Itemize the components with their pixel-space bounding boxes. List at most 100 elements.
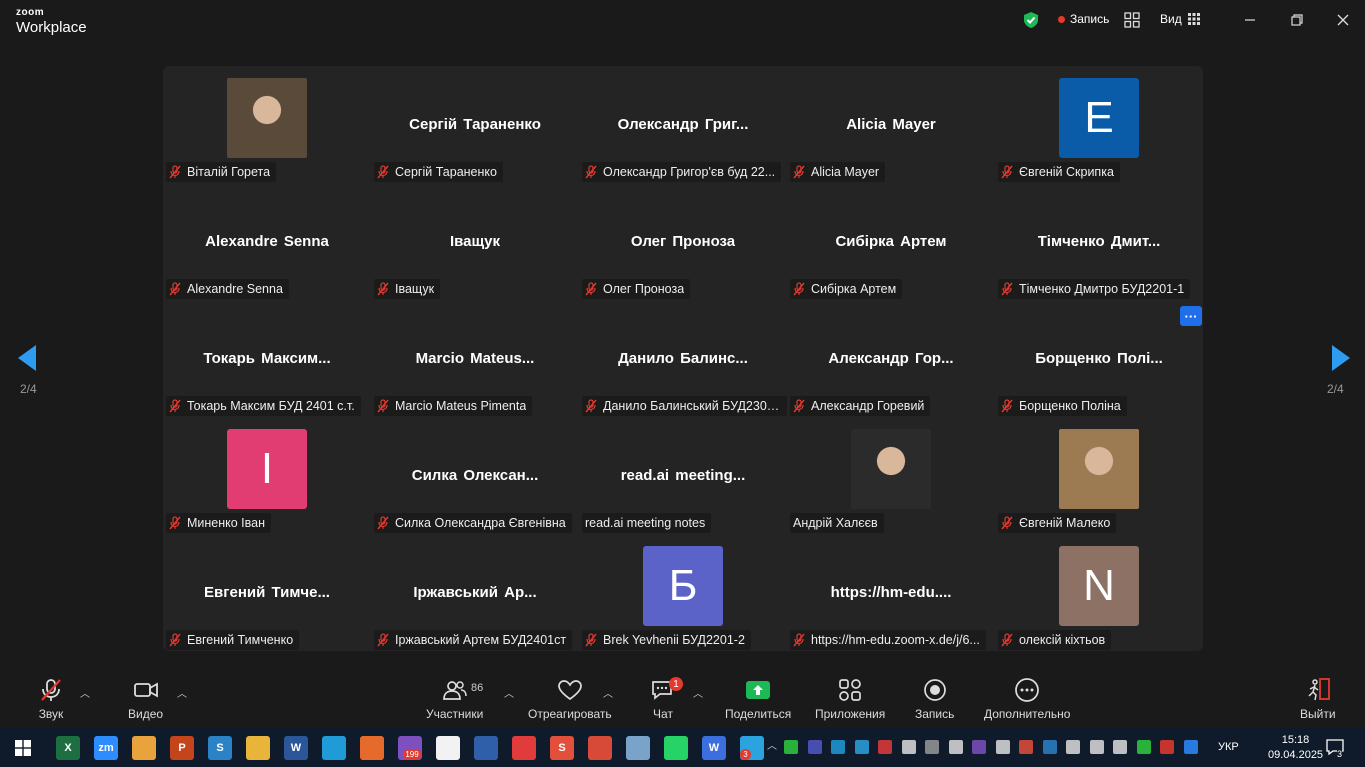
input-language[interactable]: УКР	[1218, 741, 1239, 753]
chat-options-chevron-icon[interactable]: ︿	[693, 685, 703, 700]
leave-button[interactable]: Выйти	[1300, 677, 1336, 721]
chrome-n-taskbar-icon[interactable]	[588, 736, 612, 760]
participant-tile[interactable]: Alicia Mayer Alicia Mayer	[787, 66, 995, 183]
tray-app-w-icon[interactable]	[831, 740, 845, 754]
tray-mic-icon[interactable]	[901, 740, 916, 754]
apps-button[interactable]: Приложения	[815, 677, 885, 721]
participant-tile[interactable]: Данило Балинс... Данило Балинський БУД230…	[579, 300, 787, 417]
zoom-taskbar-icon[interactable]: zm	[94, 736, 118, 760]
record-button[interactable]: Запись	[915, 677, 954, 721]
tray-monitor-icon[interactable]	[925, 740, 939, 754]
participant-tile[interactable]: I Миненко Іван	[163, 417, 371, 534]
participant-name-label: Євгеній Скрипка	[998, 162, 1120, 182]
explorer-taskbar-icon[interactable]	[246, 736, 270, 760]
participants-options-chevron-icon[interactable]: ︿	[504, 685, 514, 700]
muted-mic-icon	[169, 633, 181, 647]
participant-tile[interactable]: Євгеній Малеко	[995, 417, 1203, 534]
tray-check-icon[interactable]	[784, 740, 798, 754]
muted-mic-icon	[169, 399, 181, 413]
participant-tile[interactable]: Александр Гор... Александр Горевий	[787, 300, 995, 417]
participant-tile[interactable]: Віталій Горета	[163, 66, 371, 183]
app-w-taskbar-icon[interactable]: W	[702, 736, 726, 760]
security-shield-icon[interactable]	[1022, 11, 1040, 29]
tile-more-options-button[interactable]: ···	[1180, 306, 1202, 326]
tray-anydesk-icon[interactable]	[878, 740, 892, 754]
windows-start-icon[interactable]	[15, 740, 31, 756]
powerpoint-taskbar-icon[interactable]: P	[170, 736, 194, 760]
close-button[interactable]	[1333, 10, 1353, 30]
video-options-chevron-icon[interactable]: ︿	[177, 685, 187, 700]
more-button[interactable]: Дополнительно	[984, 677, 1070, 721]
participant-tile[interactable]: Борщенко Полі... Борщенко Поліна	[995, 300, 1203, 417]
notepad-taskbar-icon[interactable]	[436, 736, 460, 760]
restore-button[interactable]	[1287, 10, 1307, 30]
anydesk-taskbar-icon[interactable]	[512, 736, 536, 760]
participant-name: Тімченко Дмитро БУД2201-1	[1019, 282, 1185, 296]
participant-tile[interactable]: Marcio Mateus... Marcio Mateus Pimenta	[371, 300, 579, 417]
react-button[interactable]: Отреагировать	[528, 677, 612, 721]
minimize-button[interactable]	[1240, 10, 1260, 30]
participant-tile[interactable]: Силка Олексан... Силка Олександра Євгенів…	[371, 417, 579, 534]
tray-app-s-icon[interactable]	[1019, 740, 1033, 754]
leave-label: Выйти	[1300, 707, 1336, 721]
chat-label: Чат	[653, 707, 673, 721]
floppy-taskbar-icon[interactable]	[474, 736, 498, 760]
word-taskbar-icon[interactable]: W	[284, 736, 308, 760]
avatar: Б	[643, 545, 723, 626]
recording-indicator[interactable]: Запись	[1058, 12, 1109, 26]
next-page-arrow-icon[interactable]	[1328, 345, 1350, 371]
app-s2-taskbar-icon[interactable]: S	[550, 736, 574, 760]
tray-battery-icon[interactable]	[995, 740, 1010, 754]
app-s-taskbar-icon[interactable]: S	[208, 736, 232, 760]
tray-zoom-icon[interactable]	[1183, 740, 1198, 754]
excel-taskbar-icon[interactable]: X	[56, 736, 80, 760]
chrome-taskbar-icon[interactable]	[132, 736, 156, 760]
tray-usb-icon[interactable]	[948, 740, 963, 754]
tray-vpn-icon[interactable]	[1042, 740, 1057, 754]
participant-tile[interactable]: Олександр Григ... Олександр Григор'єв буд…	[579, 66, 787, 183]
participant-name: Alexandre Senna	[187, 282, 283, 296]
telegram-badge: 3	[740, 749, 751, 760]
participant-tile[interactable]: Сибірка Артем Сибірка Артем	[787, 183, 995, 300]
participant-tile[interactable]: Олег Проноза Олег Проноза	[579, 183, 787, 300]
system-clock[interactable]: 15:18 09.04.2025	[1268, 733, 1323, 763]
participant-tile[interactable]: Nолексій кіхтьов	[995, 534, 1203, 651]
participant-tile[interactable]: Б Brek Yevhenii БУД2201-2	[579, 534, 787, 651]
tray-shield-icon[interactable]	[1136, 740, 1151, 754]
audio-options-chevron-icon[interactable]: ︿	[80, 685, 90, 700]
participant-tile[interactable]: Іржавський Ар... Іржавський Артем БУД2401…	[371, 534, 579, 651]
edge-taskbar-icon[interactable]	[322, 736, 346, 760]
participant-tile[interactable]: Alexandre Senna Alexandre Senna	[163, 183, 371, 300]
tray-expand-chevron-icon[interactable]: ︿	[767, 737, 777, 752]
video-button[interactable]: Видео	[128, 677, 163, 721]
previous-page-arrow-icon[interactable]	[18, 345, 40, 371]
tray-camera-icon[interactable]	[1066, 740, 1080, 754]
muted-mic-icon	[169, 282, 181, 296]
react-options-chevron-icon[interactable]: ︿	[603, 685, 613, 700]
participant-tile[interactable]: read.ai meeting... read.ai meeting notes	[579, 417, 787, 534]
participant-tile[interactable]: Тімченко Дмит... Тімченко Дмитро БУД2201-…	[995, 183, 1203, 300]
whatsapp-taskbar-icon[interactable]	[664, 736, 688, 760]
participant-tile[interactable]: E Євгеній Скрипка	[995, 66, 1203, 183]
tray-volume-icon[interactable]	[1089, 740, 1104, 754]
tray-teams-icon[interactable]	[807, 740, 822, 754]
participant-tile[interactable]: Токарь Максим... Токарь Максим БУД 2401 с…	[163, 300, 371, 417]
participant-display-name: Alexandre Senna	[205, 233, 329, 250]
firefox-taskbar-icon[interactable]	[360, 736, 384, 760]
clock-time: 15:18	[1281, 734, 1310, 746]
tray-wifi-icon[interactable]	[1113, 740, 1127, 754]
participant-tile[interactable]: https://hm-edu.... https://hm-edu.zoom-x.…	[787, 534, 995, 651]
audio-button[interactable]: Звук	[38, 677, 64, 721]
app-map-taskbar-icon[interactable]	[626, 736, 650, 760]
tray-viber-icon[interactable]	[972, 740, 986, 754]
view-menu-button[interactable]: Вид	[1160, 12, 1200, 26]
share-screen-button[interactable]: Поделиться	[725, 677, 791, 721]
participant-tile[interactable]: Іващук Іващук	[371, 183, 579, 300]
tray-telegram-icon[interactable]	[854, 740, 869, 754]
participant-tile[interactable]: Андрій Халєєв	[787, 417, 995, 534]
tray-speaker-muted-icon[interactable]	[1160, 740, 1174, 754]
participant-tile[interactable]: Евгений Тимче... Евгений Тимченко	[163, 534, 371, 651]
gallery-grid-icon[interactable]	[1124, 12, 1140, 28]
participant-tile[interactable]: Сергій Тараненко Сергій Тараненко	[371, 66, 579, 183]
muted-mic-icon	[377, 516, 389, 530]
